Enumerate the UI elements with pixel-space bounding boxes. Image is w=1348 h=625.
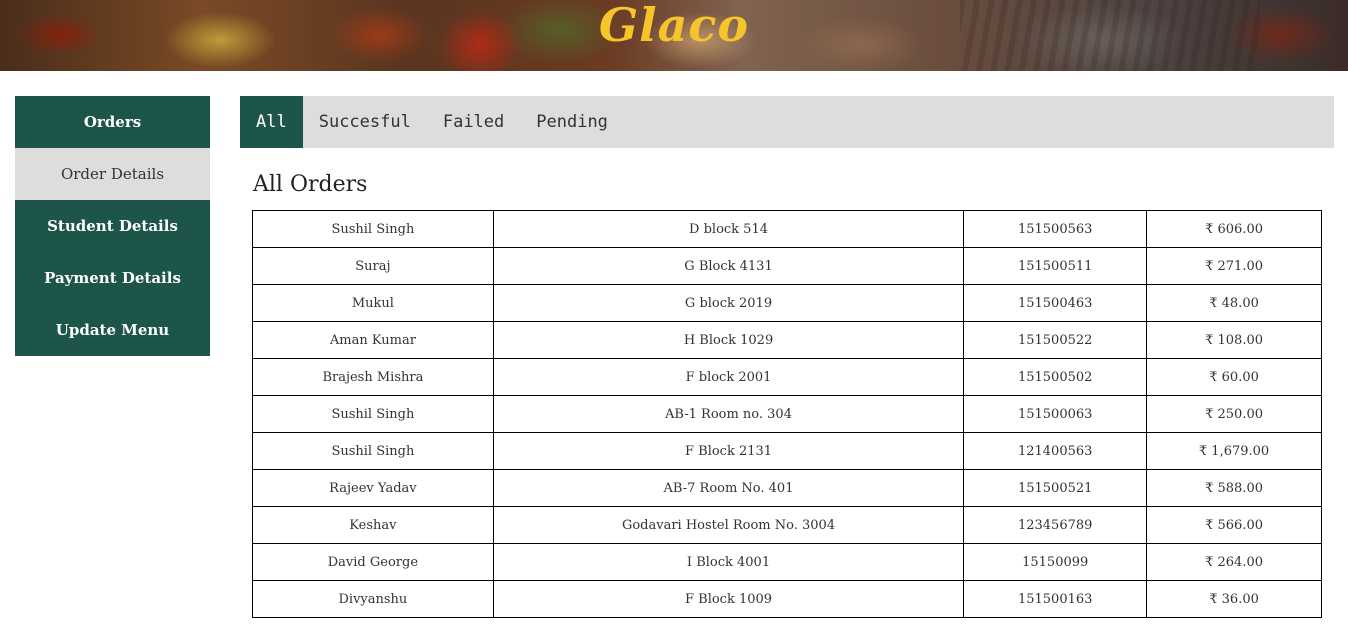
sidebar: Orders Order Details Student Details Pay…: [15, 96, 210, 356]
order-status-tabs: All Succesful Failed Pending: [240, 96, 1334, 148]
tab-succesful[interactable]: Succesful: [303, 96, 427, 148]
amount-cell: ₹ 264.00: [1146, 543, 1322, 581]
tab-pending[interactable]: Pending: [520, 96, 624, 148]
logo[interactable]: Glaco: [0, 0, 1348, 52]
customer-name-cell: Sushil Singh: [252, 432, 494, 470]
table-row: Suraj G Block 4131 151500511 ₹ 271.00: [252, 247, 1322, 285]
customer-name-cell: David George: [252, 543, 494, 581]
tab-all[interactable]: All: [240, 96, 303, 148]
customer-name-cell: Keshav: [252, 506, 494, 544]
student-id-cell: 151500463: [963, 284, 1148, 322]
address-cell: F Block 2131: [492, 432, 965, 470]
table-row: Aman Kumar H Block 1029 151500522 ₹ 108.00: [252, 321, 1322, 359]
customer-name-cell: Brajesh Mishra: [252, 358, 494, 396]
table-row: Sushil Singh AB-1 Room no. 304 151500063 ₹ …: [252, 395, 1322, 433]
address-cell: F Block 1009: [492, 580, 965, 618]
address-cell: G Block 4131: [492, 247, 965, 285]
customer-name-cell: Sushil Singh: [252, 210, 494, 248]
address-cell: H Block 1029: [492, 321, 965, 359]
student-id-cell: 151500511: [963, 247, 1148, 285]
amount-cell: ₹ 271.00: [1146, 247, 1322, 285]
student-id-cell: 121400563: [963, 432, 1148, 470]
student-id-cell: 151500502: [963, 358, 1148, 396]
page-title: All Orders: [253, 172, 368, 197]
sidebar-item-order-details[interactable]: Order Details: [15, 148, 210, 200]
customer-name-cell: Mukul: [252, 284, 494, 322]
customer-name-cell: Rajeev Yadav: [252, 469, 494, 507]
student-id-cell: 151500563: [963, 210, 1148, 248]
amount-cell: ₹ 250.00: [1146, 395, 1322, 433]
address-cell: Godavari Hostel Room No. 3004: [492, 506, 965, 544]
table-row: Keshav Godavari Hostel Room No. 3004 12345…: [252, 506, 1322, 544]
amount-cell: ₹ 588.00: [1146, 469, 1322, 507]
address-cell: F block 2001: [492, 358, 965, 396]
student-id-cell: 151500521: [963, 469, 1148, 507]
orders-table: Sushil Singh D block 514 151500563 ₹ 606.00…: [252, 210, 1322, 618]
student-id-cell: 151500163: [963, 580, 1148, 618]
customer-name-cell: Suraj: [252, 247, 494, 285]
address-cell: G block 2019: [492, 284, 965, 322]
customer-name-cell: Sushil Singh: [252, 395, 494, 433]
student-id-cell: 151500063: [963, 395, 1148, 433]
amount-cell: ₹ 36.00: [1146, 580, 1322, 618]
sidebar-item-update-menu[interactable]: Update Menu: [15, 304, 210, 356]
sidebar-item-orders[interactable]: Orders: [15, 96, 210, 148]
table-row: Sushil Singh D block 514 151500563 ₹ 606.00: [252, 210, 1322, 248]
customer-name-cell: Aman Kumar: [252, 321, 494, 359]
amount-cell: ₹ 108.00: [1146, 321, 1322, 359]
amount-cell: ₹ 566.00: [1146, 506, 1322, 544]
student-id-cell: 15150099: [963, 543, 1148, 581]
amount-cell: ₹ 606.00: [1146, 210, 1322, 248]
customer-name-cell: Divyanshu: [252, 580, 494, 618]
table-row: Sushil Singh F Block 2131 121400563 ₹ 1,679…: [252, 432, 1322, 470]
table-row: Rajeev Yadav AB-7 Room No. 401 151500521 ₹ …: [252, 469, 1322, 507]
amount-cell: ₹ 48.00: [1146, 284, 1322, 322]
address-cell: AB-1 Room no. 304: [492, 395, 965, 433]
address-cell: AB-7 Room No. 401: [492, 469, 965, 507]
header-banner: Glaco: [0, 0, 1348, 71]
table-row: Mukul G block 2019 151500463 ₹ 48.00: [252, 284, 1322, 322]
table-row: Brajesh Mishra F block 2001 151500502 ₹ 60.…: [252, 358, 1322, 396]
sidebar-item-student-details[interactable]: Student Details: [15, 200, 210, 252]
table-row: Divyanshu F Block 1009 151500163 ₹ 36.00: [252, 580, 1322, 618]
student-id-cell: 123456789: [963, 506, 1148, 544]
address-cell: I Block 4001: [492, 543, 965, 581]
student-id-cell: 151500522: [963, 321, 1148, 359]
amount-cell: ₹ 1,679.00: [1146, 432, 1322, 470]
table-row: David George I Block 4001 15150099 ₹ 264.00: [252, 543, 1322, 581]
amount-cell: ₹ 60.00: [1146, 358, 1322, 396]
tab-failed[interactable]: Failed: [427, 96, 520, 148]
address-cell: D block 514: [492, 210, 965, 248]
sidebar-item-payment-details[interactable]: Payment Details: [15, 252, 210, 304]
